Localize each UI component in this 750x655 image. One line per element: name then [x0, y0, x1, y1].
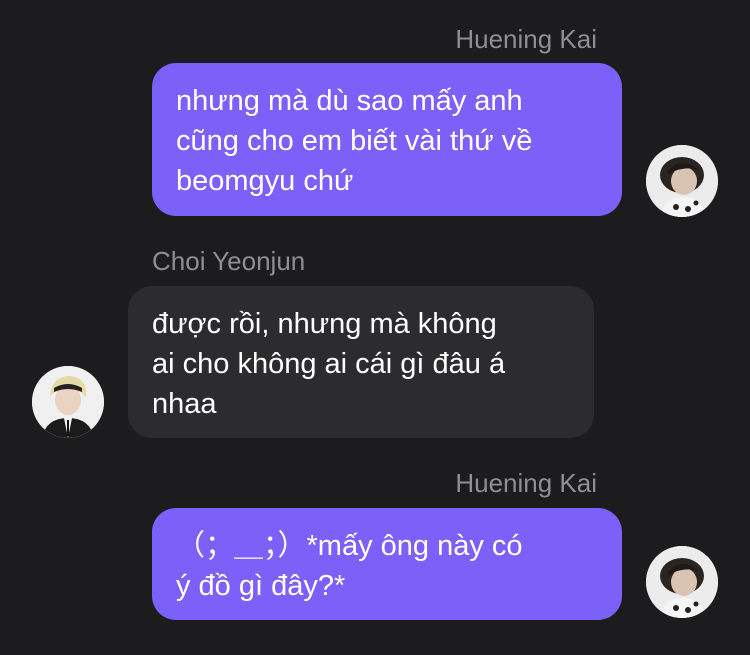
sender-name-huening-kai: Huening Kai — [455, 468, 597, 498]
avatar-photo-icon — [32, 366, 104, 438]
sender-name-choi-yeonjun: Choi Yeonjun — [152, 246, 306, 276]
message-text-line: nhaa — [152, 388, 217, 420]
message-text-line: beomgyu chứ — [176, 165, 354, 197]
message-text-line: （；＿；）*mấy ông này có — [176, 530, 523, 562]
avatar-choi-yeonjun[interactable] — [32, 366, 104, 438]
message-text-line: ai cho không ai cái gì đâu á — [152, 348, 506, 380]
avatar-photo-icon — [646, 145, 718, 217]
message-text-line: nhưng mà dù sao mấy anh — [176, 85, 523, 117]
message-bubble-outgoing[interactable]: （；＿；）*mấy ông này có ý đồ gì đây?* — [152, 508, 622, 620]
message-text-line: được rồi, nhưng mà không — [152, 308, 497, 340]
message-bubble-outgoing[interactable]: nhưng mà dù sao mấy anh cũng cho em biết… — [152, 63, 622, 216]
message-text-line: cũng cho em biết vài thứ về — [176, 125, 533, 157]
sender-name-huening-kai: Huening Kai — [455, 24, 597, 54]
avatar-huening-kai[interactable] — [646, 145, 718, 217]
message-bubble-incoming[interactable]: được rồi, nhưng mà không ai cho không ai… — [128, 286, 594, 438]
avatar-photo-icon — [646, 546, 718, 618]
avatar-huening-kai[interactable] — [646, 546, 718, 618]
message-text-line: ý đồ gì đây?* — [176, 570, 346, 602]
